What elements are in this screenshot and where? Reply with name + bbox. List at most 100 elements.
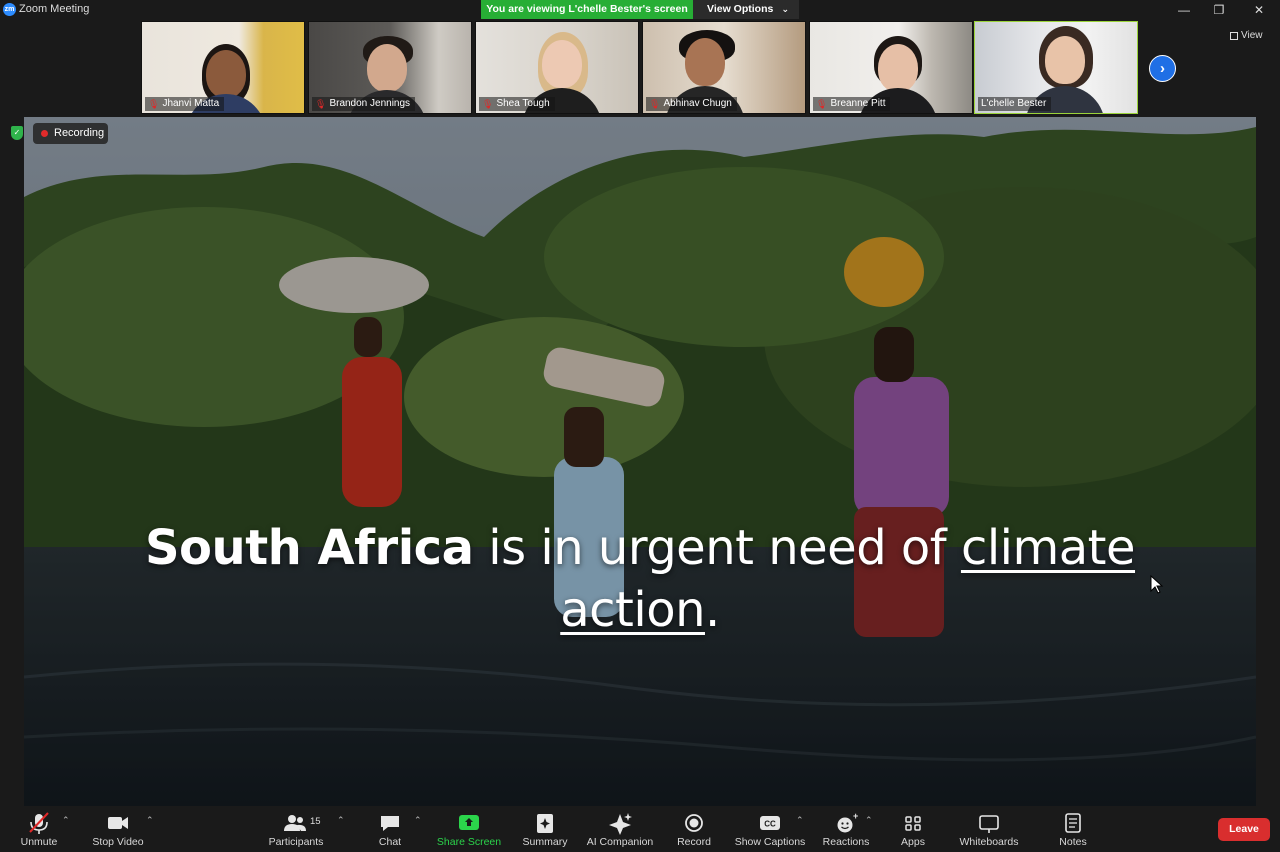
- mic-muted-icon: 🎙: [816, 99, 828, 109]
- unmute-button[interactable]: Unmute: [16, 806, 62, 852]
- close-window-button[interactable]: ✕: [1249, 1, 1269, 19]
- view-options-button[interactable]: View Options ⌄: [693, 0, 799, 19]
- unmute-label: Unmute: [20, 836, 58, 848]
- slide-text: is in urgent need of: [473, 520, 961, 576]
- participant-name: L'chelle Bester: [981, 98, 1047, 109]
- video-tile[interactable]: 🎙 Shea Tough: [475, 21, 639, 114]
- reactions-button[interactable]: + Reactions: [820, 806, 872, 852]
- ai-companion-label: AI Companion: [586, 836, 654, 848]
- title-bar: zm Zoom Meeting You are viewing L'chelle…: [0, 0, 1280, 20]
- participant-face: [542, 40, 582, 88]
- leave-button[interactable]: Leave: [1218, 818, 1270, 841]
- restore-button[interactable]: ❐: [1209, 1, 1229, 19]
- caret-up-icon[interactable]: ⌃: [865, 815, 873, 826]
- participant-face: [206, 50, 246, 98]
- slide-text: .: [704, 582, 720, 638]
- chat-label: Chat: [378, 836, 402, 848]
- slide-headline: South Africa is in urgent need of climat…: [24, 517, 1256, 641]
- viewing-screen-banner: You are viewing L'chelle Bester's screen: [481, 0, 693, 19]
- participant-name: Shea Tough: [496, 98, 550, 109]
- caret-up-icon[interactable]: ⌃: [146, 815, 154, 826]
- slide-background-photo: [24, 117, 1256, 807]
- view-button[interactable]: View: [1230, 30, 1263, 41]
- participant-nametag: 🎙 Shea Tough: [479, 97, 555, 111]
- participant-nametag: L'chelle Bester: [978, 97, 1052, 111]
- participant-face: [1045, 36, 1085, 84]
- whiteboard-icon: [979, 815, 999, 833]
- record-label: Record: [677, 836, 711, 848]
- view-label: View: [1241, 30, 1263, 41]
- mic-muted-icon: 🎙: [482, 99, 494, 109]
- record-button[interactable]: Record: [672, 806, 716, 852]
- mic-muted-icon: 🎙: [649, 99, 661, 109]
- grid-view-icon: [1230, 31, 1238, 40]
- recording-badge[interactable]: Recording: [33, 123, 108, 144]
- apps-label: Apps: [901, 836, 925, 848]
- participant-name: Abhinav Chugn: [663, 98, 732, 109]
- participant-name: Jhanvi Matta: [162, 98, 220, 109]
- apps-button[interactable]: Apps: [893, 806, 933, 852]
- summary-label: Summary: [522, 836, 568, 848]
- view-options-label: View Options: [707, 3, 774, 15]
- captions-badge-text: CC: [764, 820, 776, 829]
- chat-button[interactable]: Chat: [370, 806, 410, 852]
- microphone-muted-icon: [29, 812, 49, 834]
- video-camera-icon: [108, 817, 128, 829]
- share-screen-label: Share Screen: [436, 836, 502, 848]
- shield-check-icon[interactable]: ✓: [11, 126, 23, 140]
- participant-nametag: 🎙 Brandon Jennings: [312, 97, 416, 111]
- record-icon: [685, 814, 703, 832]
- summary-icon: [537, 814, 553, 833]
- share-screen-icon: [459, 815, 479, 830]
- participant-face: [685, 38, 725, 86]
- sparkle-icon: [609, 813, 632, 835]
- caret-up-icon[interactable]: ⌃: [337, 815, 345, 826]
- caret-up-icon[interactable]: ⌃: [414, 815, 422, 826]
- slide-underlined-text: climate: [960, 520, 1136, 576]
- slide-bold-text: South Africa: [144, 520, 474, 576]
- participant-nametag: 🎙 Abhinav Chugn: [646, 97, 737, 111]
- next-page-arrow-icon[interactable]: ›: [1149, 55, 1176, 82]
- participants-label: Participants: [268, 836, 324, 848]
- notes-label: Notes: [1059, 836, 1087, 848]
- mic-muted-icon: 🎙: [148, 99, 160, 109]
- mic-muted-icon: 🎙: [315, 99, 327, 109]
- notes-button[interactable]: Notes: [1052, 806, 1094, 852]
- participants-button[interactable]: Participants: [266, 806, 326, 852]
- minimize-button[interactable]: —: [1174, 1, 1194, 19]
- stop-video-label: Stop Video: [92, 836, 144, 848]
- apps-icon: [905, 816, 921, 831]
- show-captions-label: Show Captions: [734, 836, 806, 848]
- video-tile[interactable]: 🎙 Breanne Pitt: [809, 21, 973, 114]
- meeting-toolbar: Unmute ⌃ Stop Video ⌃ Participants 15 ⌃ …: [0, 806, 1280, 852]
- chevron-down-icon: ⌄: [781, 4, 789, 14]
- notes-icon: [1065, 813, 1081, 833]
- whiteboards-label: Whiteboards: [959, 836, 1019, 848]
- window-title: Zoom Meeting: [19, 3, 90, 15]
- recording-label: Recording: [54, 127, 105, 139]
- participant-name: Breanne Pitt: [830, 98, 886, 109]
- participant-name: Brandon Jennings: [329, 98, 411, 109]
- participant-nametag: 🎙 Breanne Pitt: [813, 97, 891, 111]
- show-captions-button[interactable]: CC Show Captions: [734, 806, 806, 852]
- video-tile-active-speaker[interactable]: L'chelle Bester: [974, 21, 1138, 114]
- video-tile[interactable]: 🎙 Jhanvi Matta: [141, 21, 305, 114]
- caret-up-icon[interactable]: ⌃: [62, 815, 70, 826]
- caret-up-icon[interactable]: ⌃: [796, 815, 804, 826]
- stop-video-button[interactable]: Stop Video: [88, 806, 148, 852]
- video-tile[interactable]: 🎙 Brandon Jennings: [308, 21, 472, 114]
- summary-button[interactable]: Summary: [518, 806, 572, 852]
- whiteboards-button[interactable]: Whiteboards: [956, 806, 1022, 852]
- mouse-cursor-icon: [1150, 575, 1164, 594]
- participants-count: 15: [310, 816, 321, 827]
- chat-bubble-icon: [381, 816, 399, 831]
- svg-text:+: +: [853, 811, 858, 821]
- shared-screen: South Africa is in urgent need of climat…: [24, 117, 1256, 807]
- participant-nametag: 🎙 Jhanvi Matta: [145, 97, 225, 111]
- zoom-logo-icon: zm: [3, 3, 16, 16]
- ai-companion-button[interactable]: AI Companion: [582, 806, 658, 852]
- reactions-label: Reactions: [822, 836, 870, 848]
- participant-face: [878, 44, 918, 92]
- share-screen-button[interactable]: Share Screen: [436, 806, 502, 852]
- video-tile[interactable]: 🎙 Abhinav Chugn: [642, 21, 806, 114]
